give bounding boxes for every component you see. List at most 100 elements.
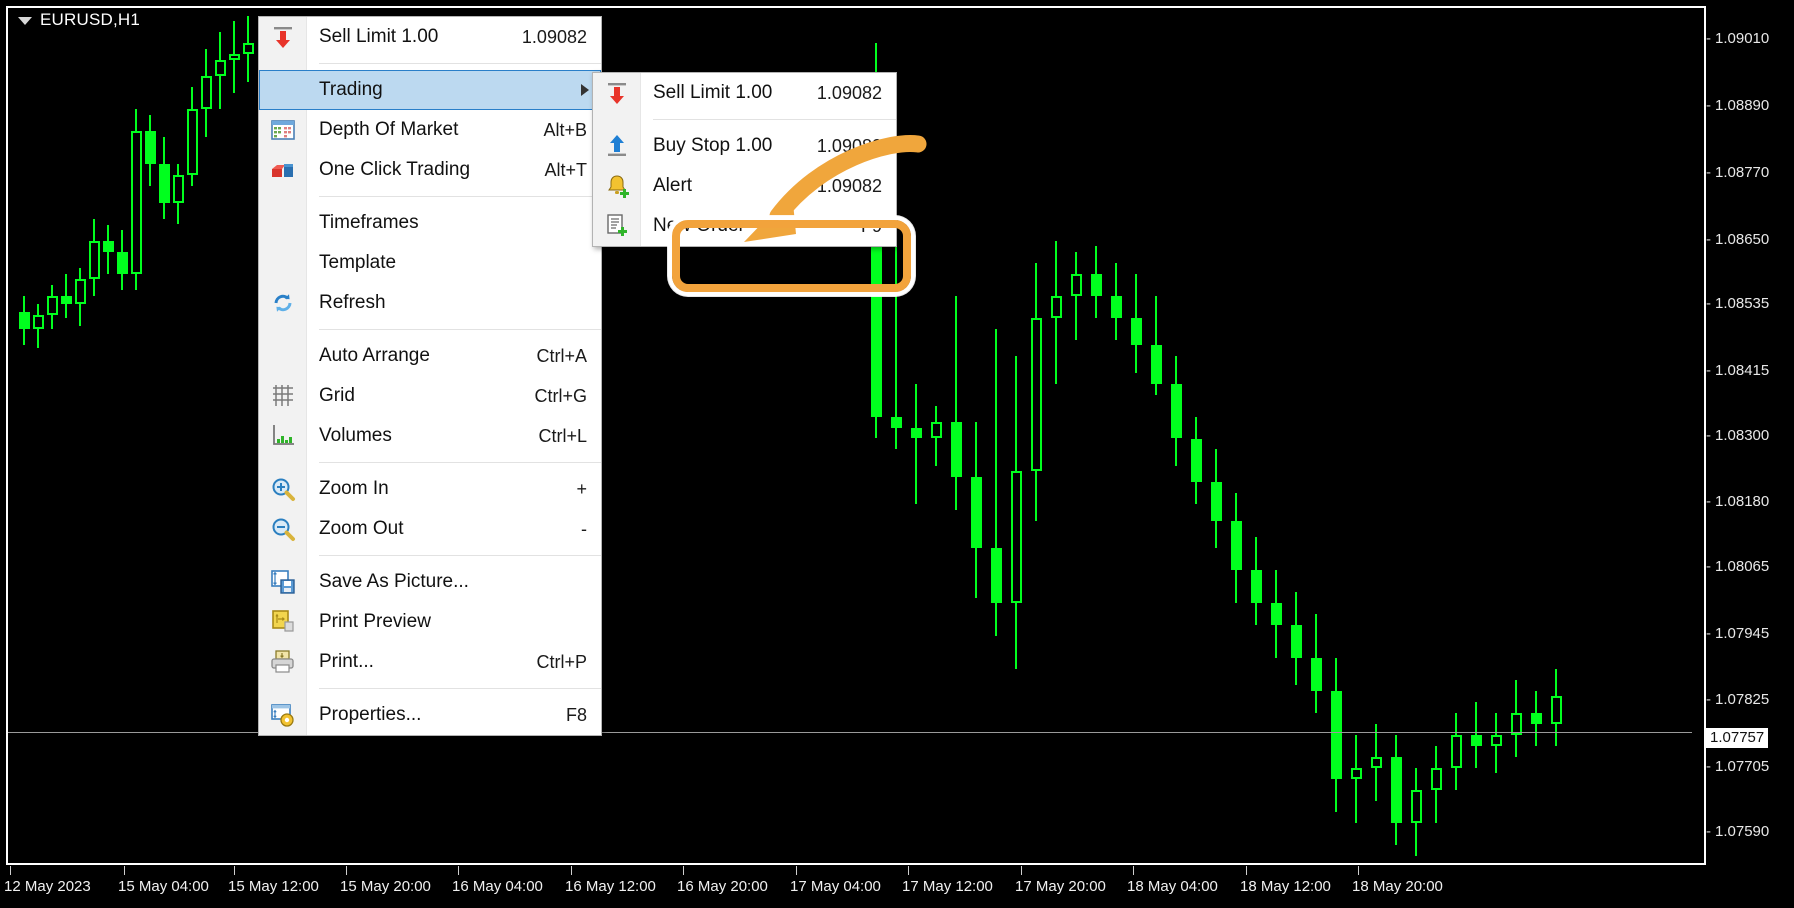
- time-tick-label: 17 May 12:00: [902, 878, 993, 895]
- time-tick-label: 15 May 20:00: [340, 878, 431, 895]
- menu-item-auto-arrange[interactable]: Auto Arrange Ctrl+A: [259, 336, 601, 376]
- menu-item-grid[interactable]: Grid Ctrl+G: [259, 376, 601, 416]
- menu-item-print-preview[interactable]: Print Preview: [259, 602, 601, 642]
- candlestick: [1430, 16, 1442, 861]
- candlestick: [990, 16, 1002, 861]
- menu-separator: [653, 119, 896, 120]
- time-tick-label: 18 May 20:00: [1352, 878, 1443, 895]
- time-tick-label: 15 May 04:00: [118, 878, 209, 895]
- menu-item-timeframes[interactable]: Timeframes: [259, 203, 601, 243]
- candlestick: [1250, 16, 1262, 861]
- candlestick: [242, 16, 254, 861]
- print-icon: [271, 650, 294, 673]
- menu-item-shortcut: Ctrl+L: [538, 425, 587, 446]
- candlestick: [1010, 16, 1022, 861]
- menu-item-label: Print Preview: [319, 611, 431, 632]
- menu-item-label: New Order: [653, 215, 745, 236]
- time-tick-label: 15 May 12:00: [228, 878, 319, 895]
- menu-separator: [319, 63, 601, 64]
- time-axis[interactable]: 12 May 2023 15 May 04:00 15 May 12:00 15 Ma…: [0, 866, 1794, 908]
- menu-item-one-click-trading[interactable]: One Click Trading Alt+T: [259, 150, 601, 190]
- menu-item-label: Grid: [319, 385, 355, 406]
- menu-item-sell-limit-1-00[interactable]: Sell Limit 1.00 1.09082: [259, 17, 601, 57]
- candlestick: [130, 16, 142, 861]
- menu-item-shortcut: 1.09082: [816, 175, 882, 196]
- menu-item-print[interactable]: Print... Ctrl+P: [259, 642, 601, 682]
- chevron-down-icon[interactable]: [18, 17, 32, 25]
- menu-item-trading[interactable]: Trading: [259, 70, 601, 110]
- menu-item-shortcut: Ctrl+A: [536, 345, 587, 366]
- candlestick: [172, 16, 184, 861]
- time-tick-mark: [796, 866, 797, 875]
- candlestick: [950, 16, 962, 861]
- price-tick-label: -1.08650: [1706, 231, 1770, 249]
- candlestick: [1510, 16, 1522, 861]
- candlestick: [1150, 16, 1162, 861]
- refresh-icon: [274, 294, 292, 312]
- candlestick: [32, 16, 44, 861]
- price-tick-label: -1.08770: [1706, 164, 1770, 182]
- menu-item-shortcut: F9: [860, 215, 882, 236]
- candlestick: [930, 16, 942, 861]
- sell-limit-icon: [274, 27, 292, 48]
- candlestick: [1050, 16, 1062, 861]
- zoom-in-icon: [272, 478, 295, 501]
- candlestick: [1090, 16, 1102, 861]
- time-tick-mark: [124, 866, 125, 875]
- submenu-item-new-order[interactable]: New Order F9: [593, 206, 896, 246]
- candlestick: [186, 16, 198, 861]
- time-tick-label: 16 May 20:00: [677, 878, 768, 895]
- menu-item-label: Timeframes: [319, 212, 419, 233]
- trading-submenu[interactable]: Sell Limit 1.00 1.09082 Buy Stop 1.00 1.09…: [592, 72, 897, 247]
- time-tick-label: 17 May 04:00: [790, 878, 881, 895]
- time-tick-label: 12 May 2023: [4, 878, 91, 895]
- candlestick: [158, 16, 170, 861]
- menu-item-zoom-in[interactable]: Zoom In +: [259, 469, 601, 509]
- time-tick-mark: [1133, 866, 1134, 875]
- menu-item-depth-of-market[interactable]: Depth Of Market Alt+B: [259, 110, 601, 150]
- menu-item-save-as-picture[interactable]: Save As Picture...: [259, 562, 601, 602]
- menu-separator: [319, 329, 601, 330]
- price-tick-label: -1.08415: [1706, 362, 1770, 380]
- properties-icon: [271, 704, 294, 727]
- candlestick: [910, 16, 922, 861]
- price-axis[interactable]: -1.09010 -1.08890 -1.08770 -1.08650 -1.08535…: [1706, 6, 1794, 865]
- menu-item-template[interactable]: Template: [259, 243, 601, 283]
- menu-item-properties[interactable]: Properties... F8: [259, 695, 601, 735]
- menu-item-label: One Click Trading: [319, 159, 471, 180]
- menu-item-label: Sell Limit 1.00: [319, 26, 439, 47]
- submenu-item-sell-limit-1-00[interactable]: Sell Limit 1.00 1.09082: [593, 73, 896, 113]
- menu-item-shortcut: Ctrl+G: [534, 385, 587, 406]
- price-tick-label: -1.07705: [1706, 758, 1770, 776]
- candlestick: [144, 16, 156, 861]
- menu-item-label: Template: [319, 252, 397, 273]
- menu-item-shortcut: 1.09082: [816, 135, 882, 156]
- depth-of-market-icon: [271, 120, 295, 140]
- alert-bell-icon: [608, 175, 629, 198]
- time-tick-label: 18 May 12:00: [1240, 878, 1331, 895]
- candlestick: [1370, 16, 1382, 861]
- menu-item-label: Refresh: [319, 292, 386, 313]
- time-tick-mark: [458, 866, 459, 875]
- time-tick-mark: [234, 866, 235, 875]
- menu-item-zoom-out[interactable]: Zoom Out -: [259, 509, 601, 549]
- menu-separator: [319, 688, 601, 689]
- time-tick-label: 17 May 20:00: [1015, 878, 1106, 895]
- candlestick: [1530, 16, 1542, 861]
- menu-item-label: Properties...: [319, 704, 422, 725]
- menu-separator: [319, 555, 601, 556]
- menu-item-shortcut: +: [576, 478, 587, 499]
- price-tick-label: -1.08180: [1706, 493, 1770, 511]
- menu-item-volumes[interactable]: Volumes Ctrl+L: [259, 416, 601, 456]
- menu-item-refresh[interactable]: Refresh: [259, 283, 601, 323]
- metatrader-chart-window: EURUSD,H1 -1.09010 -1.08890 -1.08770 -1.086…: [0, 0, 1794, 908]
- submenu-item-alert[interactable]: Alert 1.09082: [593, 166, 896, 206]
- candlestick: [1070, 16, 1082, 861]
- candlestick: [1550, 16, 1562, 861]
- chart-context-menu[interactable]: Sell Limit 1.00 1.09082 Trading Depth Of M…: [258, 16, 602, 736]
- menu-item-label: Save As Picture...: [319, 571, 469, 592]
- candlestick: [1110, 16, 1122, 861]
- menu-separator: [319, 196, 601, 197]
- submenu-item-buy-stop-1-00[interactable]: Buy Stop 1.00 1.09082: [593, 126, 896, 166]
- menu-item-label: Volumes: [319, 425, 392, 446]
